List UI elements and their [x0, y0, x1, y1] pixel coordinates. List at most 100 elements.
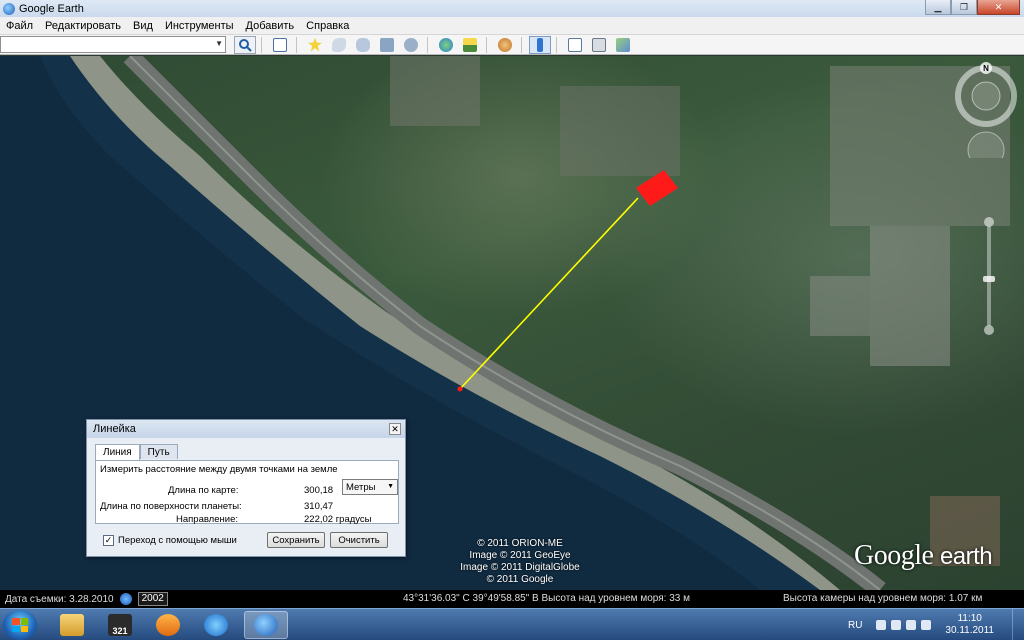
- show-hidden-icon[interactable]: [876, 620, 887, 630]
- pushpin-icon: [308, 37, 322, 52]
- menu-tools[interactable]: Инструменты: [159, 20, 240, 32]
- show-desktop-button[interactable]: [1012, 609, 1024, 640]
- checkmark-icon[interactable]: ✓: [103, 535, 114, 546]
- menu-view[interactable]: Вид: [127, 20, 159, 32]
- menu-add[interactable]: Добавить: [240, 20, 301, 32]
- historical-year[interactable]: 2002: [137, 592, 168, 606]
- sunlight-button[interactable]: [459, 36, 481, 54]
- ruler-dialog: Линейка ✕ Линия Путь Измерить расстояние…: [86, 419, 406, 557]
- clear-button[interactable]: Очистить: [330, 532, 388, 548]
- google-earth-logo: Google earth: [854, 540, 993, 572]
- folder-icon: [60, 614, 84, 636]
- planets-button[interactable]: [494, 36, 516, 54]
- mouse-nav-checkbox[interactable]: ✓ Переход с помощью мыши: [103, 535, 237, 546]
- ruler-panel: Измерить расстояние между двумя точками …: [95, 460, 399, 525]
- tab-path[interactable]: Путь: [139, 444, 178, 459]
- taskbar: 321 RU 11:10 30.11.2011: [0, 608, 1024, 640]
- taskbar-media-player-classic[interactable]: 321: [98, 611, 142, 639]
- ruler-dialog-title: Линейка: [87, 420, 405, 438]
- media-player-badge: 321: [112, 626, 128, 636]
- add-placemark-button[interactable]: [304, 36, 326, 54]
- ruler-button[interactable]: [529, 35, 551, 54]
- map-icon: [616, 37, 630, 52]
- cursor-coordinates: 43°31'36.03" С 39°49'58.85" В Высота над…: [403, 593, 690, 604]
- toolbar-separator: [296, 36, 297, 53]
- window-controls: ▁ ❐ ✕: [925, 0, 1020, 15]
- compass-north-label: N: [983, 64, 989, 73]
- menu-file[interactable]: Файл: [0, 20, 39, 32]
- ground-length-value: 310,47: [304, 501, 334, 512]
- close-button[interactable]: ✕: [977, 0, 1020, 15]
- minimize-icon: ▁: [934, 1, 942, 12]
- clock[interactable]: 11:10 30.11.2011: [945, 613, 994, 637]
- move-joystick[interactable]: [967, 131, 1005, 158]
- toolbar-separator: [556, 36, 557, 53]
- planet-icon: [498, 37, 512, 52]
- menu-bar: Файл Редактировать Вид Инструменты Добав…: [0, 17, 1024, 35]
- path-icon: [356, 37, 370, 52]
- ruler-description: Измерить расстояние между двумя точками …: [100, 464, 338, 475]
- search-input[interactable]: [1, 37, 211, 52]
- zoom-handle[interactable]: [983, 276, 995, 282]
- search-icon: [239, 38, 252, 52]
- print-icon: [592, 37, 606, 52]
- zoom-out-icon[interactable]: [984, 325, 994, 335]
- view-in-maps-button[interactable]: [612, 36, 634, 54]
- units-select[interactable]: Метры ▼: [342, 479, 398, 495]
- add-polygon-button[interactable]: [328, 36, 350, 54]
- look-joystick[interactable]: [971, 81, 1001, 111]
- zoom-in-icon[interactable]: [984, 217, 994, 227]
- minimize-button[interactable]: ▁: [925, 0, 951, 15]
- menu-help[interactable]: Справка: [300, 20, 355, 32]
- historical-imagery-icon[interactable]: [119, 593, 132, 605]
- credit-line: © 2011 ORION-ME: [477, 538, 563, 549]
- clock-date: 30.11.2011: [945, 625, 994, 636]
- add-overlay-button[interactable]: [376, 36, 398, 54]
- eye-altitude: Высота камеры над уровнем моря: 1.07 км: [783, 593, 983, 604]
- print-button[interactable]: [588, 36, 610, 54]
- record-tour-button[interactable]: [400, 36, 422, 54]
- close-icon: ✕: [994, 1, 1003, 12]
- google-earth-icon: [3, 2, 15, 15]
- restore-icon: ❐: [959, 1, 969, 12]
- zoom-slider[interactable]: [982, 216, 996, 336]
- system-tray: RU 11:10 30.11.2011: [848, 609, 1024, 640]
- measure-start-point[interactable]: [457, 386, 463, 392]
- credit-line: Image © 2011 DigitalGlobe: [460, 562, 580, 573]
- map-length-label: Длина по карте:: [168, 485, 239, 496]
- taskbar-google-earth[interactable]: [244, 611, 288, 639]
- maximize-button[interactable]: ❐: [951, 0, 977, 15]
- ruler-close-button[interactable]: ✕: [389, 423, 401, 435]
- logo-earth: earth: [939, 543, 993, 570]
- toolbar-separator: [427, 36, 428, 53]
- taskbar-explorer[interactable]: [50, 611, 94, 639]
- flag-icon[interactable]: [906, 620, 917, 630]
- network-icon[interactable]: [891, 620, 902, 630]
- start-button[interactable]: [3, 610, 37, 640]
- chevron-down-icon[interactable]: ▼: [215, 39, 223, 48]
- measure-line: [459, 197, 639, 390]
- tab-line[interactable]: Линия: [95, 444, 140, 460]
- search-button[interactable]: [234, 35, 256, 54]
- clock-time: 11:10: [957, 613, 982, 624]
- email-button[interactable]: [564, 36, 586, 54]
- google-earth-icon: [254, 614, 278, 636]
- navigation-controls[interactable]: N: [954, 58, 1024, 158]
- language-indicator[interactable]: RU: [848, 620, 862, 631]
- taskbar-media-player[interactable]: [146, 611, 190, 639]
- email-icon: [568, 37, 582, 52]
- map-length-value: 300,18: [304, 485, 334, 496]
- add-path-button[interactable]: [352, 36, 374, 54]
- save-button[interactable]: Сохранить: [267, 532, 325, 548]
- search-box: ▼: [0, 36, 226, 53]
- menu-edit[interactable]: Редактировать: [39, 20, 127, 32]
- sidebar-toggle-button[interactable]: [269, 36, 291, 54]
- logo-google: Google: [854, 540, 934, 571]
- imagery-credits: © 2011 ORION-ME Image © 2011 GeoEye Imag…: [440, 538, 600, 586]
- historical-imagery-button[interactable]: [435, 36, 457, 54]
- taskbar-internet-explorer[interactable]: [194, 611, 238, 639]
- heading-value: 222,02 градусы: [304, 514, 372, 525]
- close-icon: ✕: [391, 424, 399, 434]
- volume-icon[interactable]: [921, 620, 932, 630]
- toolbar-separator: [486, 36, 487, 53]
